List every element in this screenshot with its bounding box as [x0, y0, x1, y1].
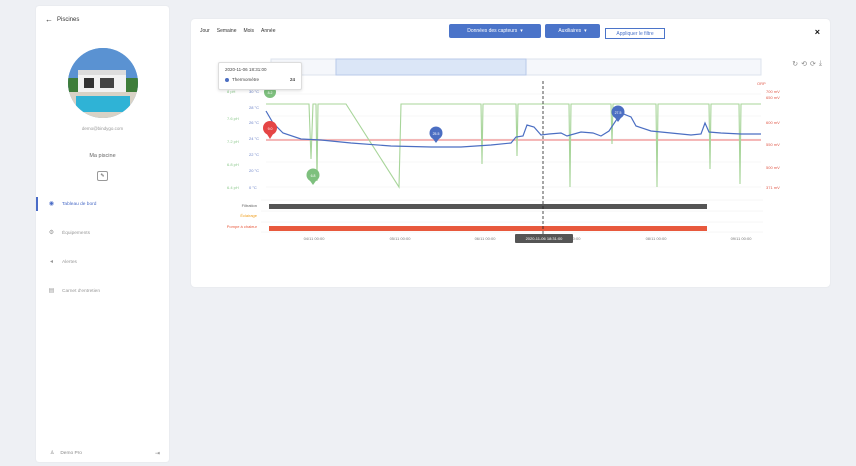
edit-pool-button[interactable]: ✎: [97, 171, 108, 181]
user-row: ♙ Demo Pro ⇥: [50, 450, 160, 457]
filtration-bar: [269, 204, 707, 209]
x-axis-label: 05/11 00:00: [390, 236, 412, 241]
pool-avatar: [68, 48, 138, 118]
svg-text:27.5: 27.5: [615, 111, 622, 115]
ph-series-line: [266, 103, 761, 189]
svg-text:8.2: 8.2: [268, 91, 273, 95]
orp-axis-label: 700 mV: [766, 89, 780, 94]
aux-label-lighting: Éclairage: [240, 213, 257, 218]
chart-marker-temp-max: 27.5: [611, 105, 625, 122]
chart-marker-orp: 9.0: [263, 121, 277, 139]
temp-axis-label: 0 °C: [249, 185, 257, 190]
heat-pump-bar: [269, 226, 707, 231]
back-link[interactable]: ← Piscines: [45, 16, 79, 24]
bell-icon: ◂: [49, 258, 53, 265]
equipment-icon: ⚙: [48, 229, 55, 236]
pool-photo-icon: [68, 48, 138, 118]
x-axis-label: 04/11 00:00: [304, 236, 326, 241]
user-email: demo@bindygo.com: [81, 126, 124, 131]
sidebar-item-alerts[interactable]: ◂ Alertes: [36, 255, 169, 269]
sidebar-item-dashboard[interactable]: ◉ Tableau de bord: [36, 197, 169, 211]
temp-axis-label: 22 °C: [249, 152, 259, 157]
temp-axis-label: 26 °C: [249, 120, 259, 125]
temp-axis-label: 20 °C: [249, 168, 259, 173]
user-name: Demo Pro: [60, 451, 82, 456]
chart-card: Jour Semaine Mois Année Données des capt…: [191, 19, 830, 287]
temp-axis-label: 24 °C: [249, 136, 259, 141]
pencil-icon: ✎: [100, 173, 105, 179]
chart-marker-ph-low: 6.8: [306, 168, 320, 185]
back-label: Piscines: [57, 17, 80, 23]
app-frame: ← Piscines demo@bindygo.com Ma piscine ✎…: [0, 0, 856, 466]
aux-label-heat-pump: Pompe à chaleur: [227, 224, 258, 229]
sensor-chart: 8 pH 7.6 pH 7.2 pH 6.8 pH 6.4 pH 30 °C 2…: [227, 58, 780, 243]
tooltip-row: Thermomètre 24: [225, 77, 295, 82]
zoom-slider-window[interactable]: [335, 58, 527, 76]
svg-text:9.0: 9.0: [268, 127, 273, 131]
orp-axis-label: 650 mV: [766, 95, 780, 100]
temperature-series-line: [265, 110, 761, 148]
sidebar-item-notebook[interactable]: ▤ Carnet d'entretien: [36, 284, 169, 298]
svg-text:6.8: 6.8: [311, 174, 316, 178]
sidebar: ← Piscines demo@bindygo.com Ma piscine ✎…: [36, 6, 169, 462]
orp-axis-label: 600 mV: [766, 120, 780, 125]
ph-axis-label: 6.4 pH: [227, 185, 239, 190]
orp-axis-label: 550 mV: [766, 142, 780, 147]
orp-axis-label: 371 mV: [766, 185, 780, 190]
orp-axis-label: 500 mV: [766, 165, 780, 170]
series-dot-icon: [225, 77, 229, 82]
sidebar-item-label: Carnet d'entretien: [62, 288, 100, 294]
sidebar-item-label: Équipements: [62, 230, 90, 236]
tooltip-time: 2020-11-06 18:31:00: [225, 67, 267, 72]
sidebar-item-label: Tableau de bord: [62, 201, 97, 207]
tooltip-value: 24: [289, 77, 295, 82]
x-axis-label: 08/11 00:00: [646, 236, 668, 241]
sidebar-item-label: Alertes: [62, 259, 77, 265]
user-icon: ♙: [50, 451, 55, 456]
sidebar-item-equipment[interactable]: ⚙ Équipements: [36, 226, 169, 240]
tooltip-series: Thermomètre: [232, 77, 260, 82]
logout-icon[interactable]: ⇥: [155, 450, 160, 457]
ph-axis-label: 6.8 pH: [227, 162, 239, 167]
svg-text:25.5: 25.5: [433, 132, 440, 136]
ph-axis-label: 7.6 pH: [227, 116, 239, 121]
pool-name: Ma piscine: [89, 153, 116, 159]
ph-axis-label: 7.2 pH: [227, 139, 239, 144]
chart-tooltip: 2020-11-06 18:31:00 Thermomètre 24: [218, 62, 302, 90]
orp-axis-title: ORP: [757, 81, 766, 86]
aux-label-filtration: Filtration: [242, 203, 257, 208]
dashboard-icon: ◉: [48, 200, 55, 207]
crosshair-label: 2020-11-06 18:31:00: [526, 236, 564, 241]
notebook-icon: ▤: [48, 287, 55, 294]
x-axis-label: 09/11 00:00: [731, 236, 753, 241]
temp-axis-label: 28 °C: [249, 105, 259, 110]
back-arrow-icon: ←: [45, 15, 53, 24]
x-axis-label: 06/11 00:00: [475, 236, 497, 241]
